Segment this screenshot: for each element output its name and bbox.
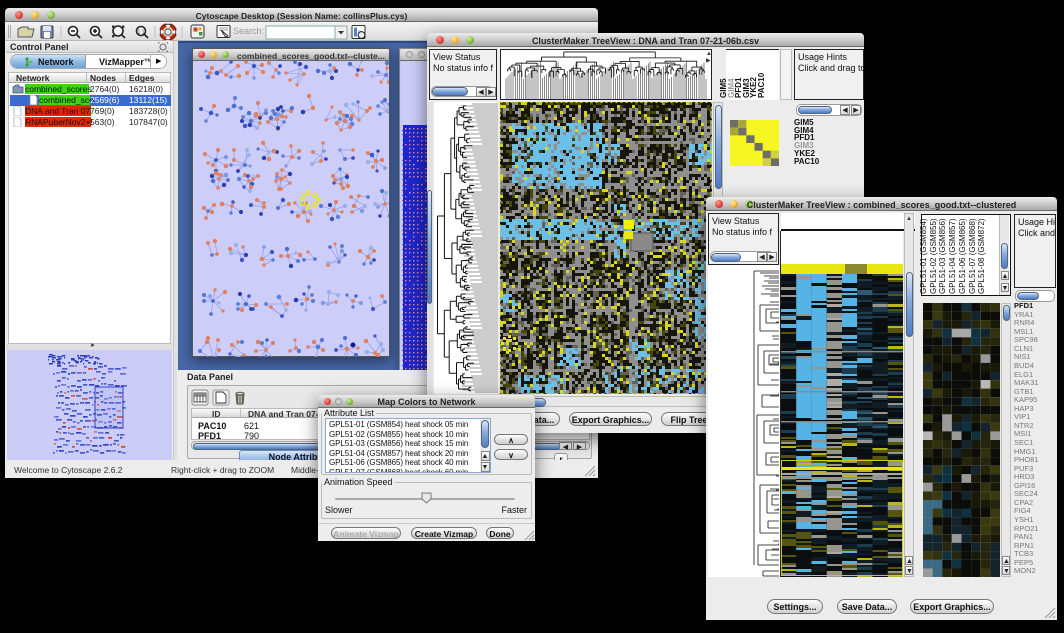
svg-text:Search:: Search: xyxy=(233,26,264,36)
svg-text:1:1: 1:1 xyxy=(138,30,145,36)
